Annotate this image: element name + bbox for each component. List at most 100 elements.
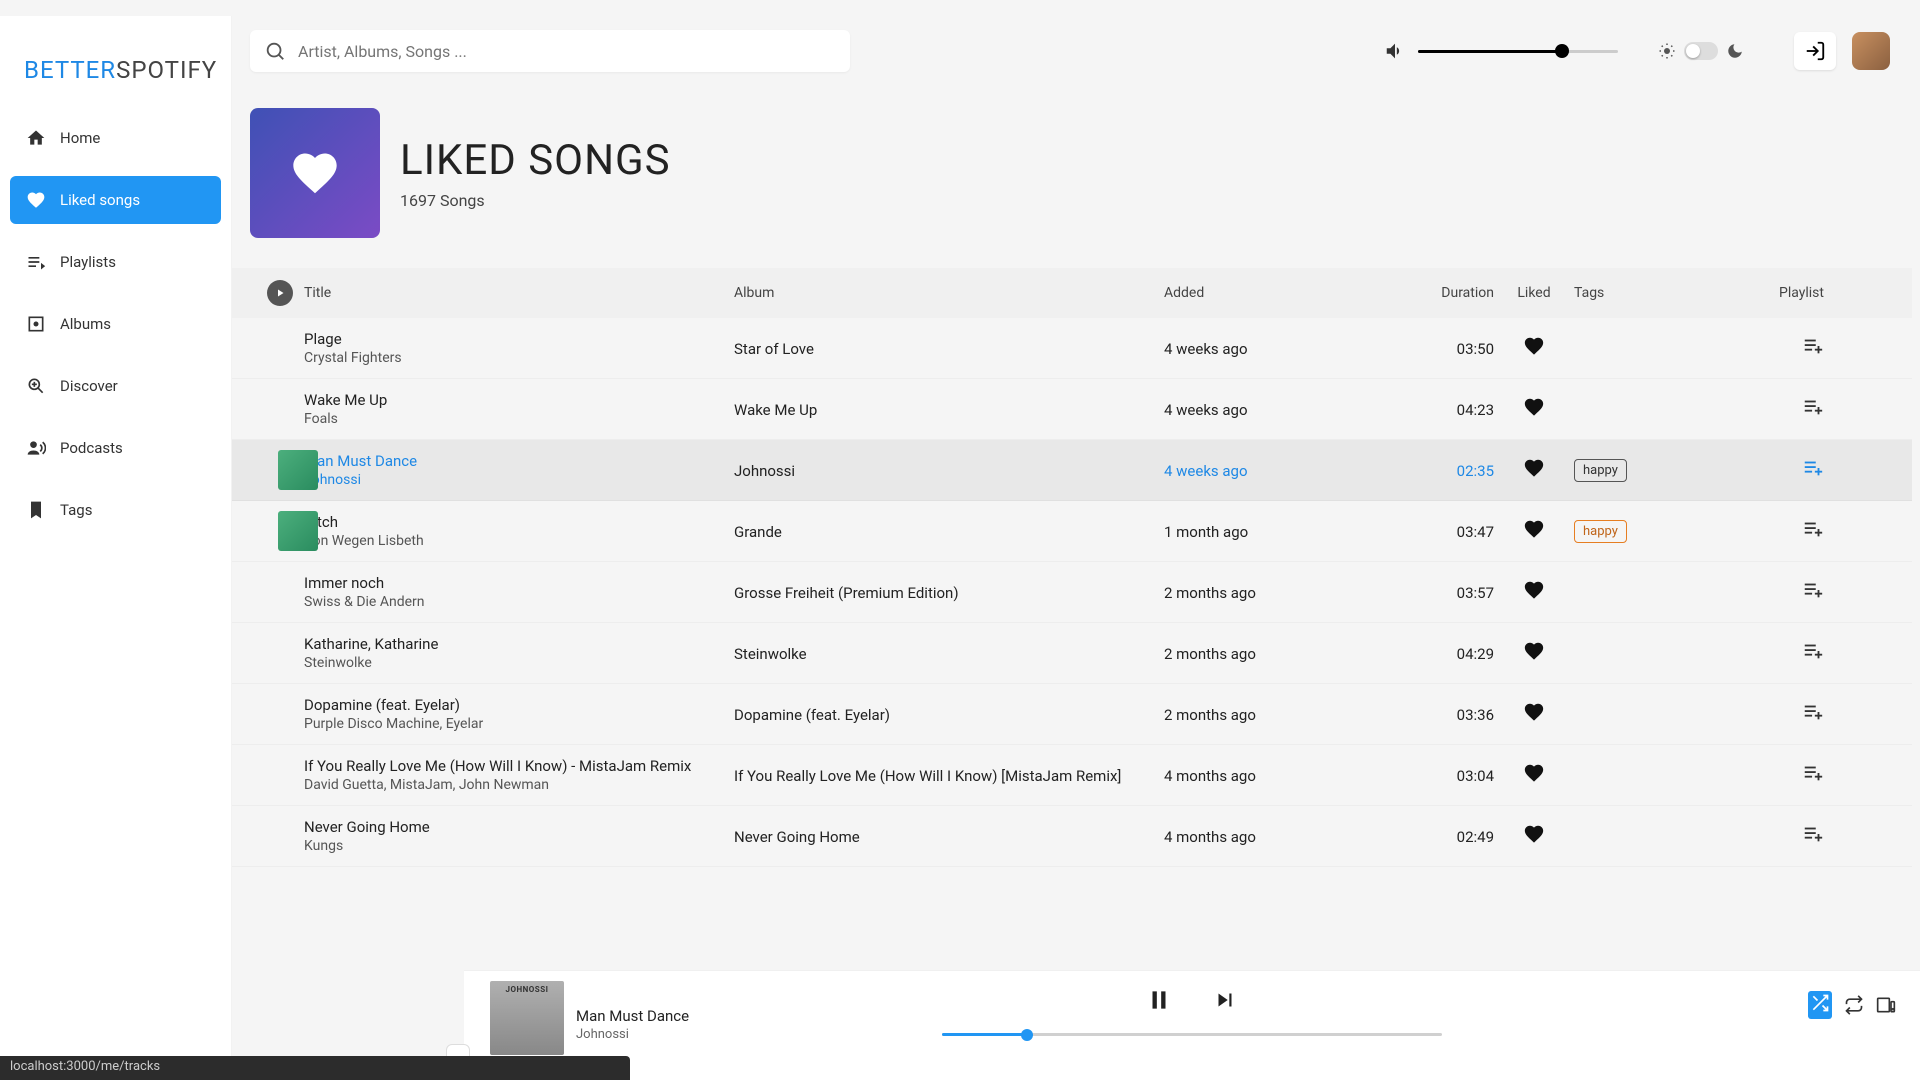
pause-button[interactable] bbox=[1146, 987, 1172, 1013]
track-album: Never Going Home bbox=[734, 828, 860, 846]
track-title: Bitch bbox=[304, 513, 734, 531]
track-row[interactable]: Man Must Dance Johnossi Johnossi 4 weeks… bbox=[232, 440, 1912, 501]
sidebar-item-playlist[interactable]: Playlists bbox=[10, 238, 221, 286]
next-button[interactable] bbox=[1212, 987, 1238, 1013]
track-row[interactable]: Dopamine (feat. Eyelar) Purple Disco Mac… bbox=[232, 684, 1912, 745]
track-duration: 03:04 bbox=[1457, 767, 1494, 785]
page-title: LIKED SONGS bbox=[400, 136, 671, 185]
liked-heart-icon[interactable] bbox=[1523, 457, 1545, 479]
track-title: Plage bbox=[304, 330, 734, 348]
add-to-playlist-icon[interactable] bbox=[1802, 701, 1824, 723]
add-to-playlist-icon[interactable] bbox=[1802, 518, 1824, 540]
track-album: Steinwolke bbox=[734, 645, 807, 663]
add-to-playlist-icon[interactable] bbox=[1802, 396, 1824, 418]
add-to-playlist-icon[interactable] bbox=[1802, 640, 1824, 662]
add-to-playlist-icon[interactable] bbox=[1802, 457, 1824, 479]
liked-heart-icon[interactable] bbox=[1523, 579, 1545, 601]
volume-control[interactable] bbox=[1384, 40, 1618, 62]
add-to-playlist-icon[interactable] bbox=[1802, 762, 1824, 784]
search-input[interactable] bbox=[298, 42, 836, 61]
sidebar-item-album[interactable]: Albums bbox=[10, 300, 221, 348]
liked-heart-icon[interactable] bbox=[1523, 701, 1545, 723]
page-header: LIKED SONGS 1697 Songs bbox=[232, 92, 1920, 268]
page-subtitle: 1697 Songs bbox=[400, 191, 671, 210]
logo-part1: BETTER bbox=[24, 56, 116, 84]
track-album-art bbox=[278, 511, 318, 551]
devices-button[interactable] bbox=[1876, 995, 1896, 1015]
add-to-playlist-icon[interactable] bbox=[1802, 335, 1824, 357]
play-all-button[interactable] bbox=[267, 280, 293, 306]
tag-chip[interactable]: happy bbox=[1574, 520, 1627, 543]
volume-fill bbox=[1418, 50, 1562, 53]
liked-heart-icon[interactable] bbox=[1523, 335, 1545, 357]
search-box[interactable] bbox=[250, 30, 850, 72]
volume-slider[interactable] bbox=[1418, 50, 1618, 53]
col-header-duration[interactable]: Duration bbox=[1394, 285, 1494, 301]
liked-heart-icon[interactable] bbox=[1523, 762, 1545, 784]
player-album-art[interactable]: JOHNOSSI bbox=[490, 981, 564, 1055]
add-to-playlist-icon[interactable] bbox=[1802, 823, 1824, 845]
player-controls bbox=[1146, 987, 1238, 1013]
sun-icon bbox=[1658, 42, 1676, 60]
account-group bbox=[1794, 32, 1890, 70]
col-header-tags[interactable]: Tags bbox=[1574, 285, 1734, 301]
tag-chip[interactable]: happy bbox=[1574, 459, 1627, 482]
track-added: 2 months ago bbox=[1164, 645, 1256, 663]
track-artist: David Guetta, MistaJam, John Newman bbox=[304, 777, 734, 793]
app-logo: BETTERSPOTIFY bbox=[10, 36, 221, 114]
track-duration: 03:57 bbox=[1457, 584, 1494, 602]
track-row[interactable]: Immer noch Swiss & Die Andern Grosse Fre… bbox=[232, 562, 1912, 623]
track-row[interactable]: Katharine, Katharine Steinwolke Steinwol… bbox=[232, 623, 1912, 684]
progress-bar[interactable] bbox=[942, 1033, 1442, 1036]
track-row[interactable]: Wake Me Up Foals Wake Me Up 4 weeks ago … bbox=[232, 379, 1912, 440]
add-to-playlist-icon[interactable] bbox=[1802, 579, 1824, 601]
sidebar-item-bookmark[interactable]: Tags bbox=[10, 486, 221, 534]
browser-status-bar: localhost:3000/me/tracks bbox=[0, 1056, 630, 1080]
shuffle-button[interactable] bbox=[1808, 991, 1832, 1019]
track-row[interactable]: Plage Crystal Fighters Star of Love 4 we… bbox=[232, 318, 1912, 379]
login-button[interactable] bbox=[1794, 32, 1836, 70]
track-title: Wake Me Up bbox=[304, 391, 734, 409]
track-row[interactable]: If You Really Love Me (How Will I Know) … bbox=[232, 745, 1912, 806]
progress-fill bbox=[942, 1033, 1027, 1036]
track-album: Wake Me Up bbox=[734, 401, 817, 419]
user-avatar[interactable] bbox=[1852, 32, 1890, 70]
home-icon bbox=[26, 128, 46, 148]
track-row[interactable]: Never Going Home Kungs Never Going Home … bbox=[232, 806, 1912, 867]
track-artist: Steinwolke bbox=[304, 655, 734, 671]
theme-toggle[interactable] bbox=[1658, 42, 1744, 60]
liked-heart-icon[interactable] bbox=[1523, 823, 1545, 845]
logo-part2: SPOTIFY bbox=[116, 56, 217, 84]
liked-heart-icon[interactable] bbox=[1523, 396, 1545, 418]
top-bar bbox=[232, 16, 1920, 92]
play-icon bbox=[274, 287, 286, 299]
col-header-liked[interactable]: Liked bbox=[1494, 285, 1574, 301]
track-added: 4 weeks ago bbox=[1164, 340, 1248, 358]
sidebar-item-discover[interactable]: Discover bbox=[10, 362, 221, 410]
liked-heart-icon[interactable] bbox=[1523, 640, 1545, 662]
col-header-title[interactable]: Title bbox=[304, 285, 734, 301]
sidebar-item-label: Playlists bbox=[60, 253, 116, 271]
track-album-art bbox=[278, 450, 318, 490]
col-header-playlist[interactable]: Playlist bbox=[1734, 285, 1824, 301]
volume-thumb[interactable] bbox=[1555, 44, 1569, 58]
theme-switch[interactable] bbox=[1684, 42, 1718, 60]
track-artist: Foals bbox=[304, 411, 734, 427]
track-album: Star of Love bbox=[734, 340, 814, 358]
progress-thumb[interactable] bbox=[1021, 1029, 1033, 1041]
track-album: Grosse Freiheit (Premium Edition) bbox=[734, 584, 959, 602]
col-header-added[interactable]: Added bbox=[1164, 285, 1394, 301]
track-title: Dopamine (feat. Eyelar) bbox=[304, 696, 734, 714]
repeat-button[interactable] bbox=[1844, 995, 1864, 1015]
heart-icon bbox=[26, 190, 46, 210]
sidebar-item-podcasts[interactable]: Podcasts bbox=[10, 424, 221, 472]
player-track-artist: Johnossi bbox=[576, 1027, 689, 1042]
tracks-table: Title Album Added Duration Liked Tags Pl… bbox=[232, 268, 1920, 1080]
track-row[interactable]: Bitch Von Wegen Lisbeth Grande 1 month a… bbox=[232, 501, 1912, 562]
col-header-album[interactable]: Album bbox=[734, 285, 1164, 301]
liked-heart-icon[interactable] bbox=[1523, 518, 1545, 540]
sidebar-item-heart[interactable]: Liked songs bbox=[10, 176, 221, 224]
track-title: Immer noch bbox=[304, 574, 734, 592]
track-duration: 03:50 bbox=[1457, 340, 1494, 358]
sidebar-item-home[interactable]: Home bbox=[10, 114, 221, 162]
